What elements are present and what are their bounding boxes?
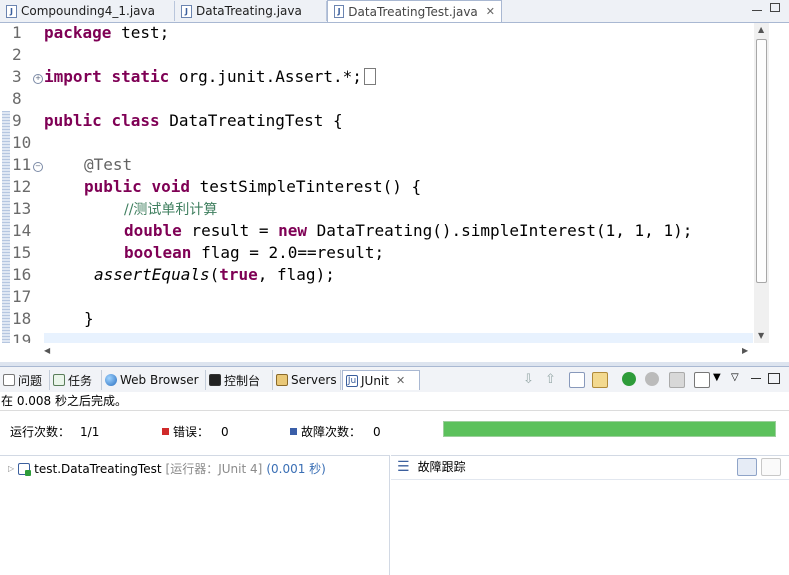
line-number: 16 <box>12 265 32 284</box>
problems-icon <box>3 374 15 386</box>
line-number: 13 <box>12 199 32 218</box>
maximize-icon[interactable] <box>770 3 780 12</box>
scroll-thumb[interactable] <box>756 39 767 283</box>
error-icon <box>162 428 169 435</box>
code-line-15: boolean flag = 2.0==result; <box>124 243 385 262</box>
junit-status-message: 在 0.008 秒之后完成。 <box>0 392 789 411</box>
line-number: 14 <box>12 221 32 240</box>
view-menu-icon[interactable]: ▽ <box>731 372 745 386</box>
console-icon <box>209 374 221 386</box>
runs-counter: 运行次数： 1/1 <box>10 424 100 440</box>
tab-label: Compounding4_1.java <box>21 4 155 18</box>
editor-tab-bar: J Compounding4_1.java J DataTreating.jav… <box>0 0 789 23</box>
errors-counter: 错误： 0 <box>162 423 229 440</box>
history-icon[interactable] <box>694 372 710 388</box>
line-number: 9 <box>12 111 22 130</box>
test-passed-icon <box>18 462 32 476</box>
tab-datatreating[interactable]: J DataTreating.java <box>175 1 327 21</box>
failure-icon <box>290 428 297 435</box>
line-number: 3 <box>12 67 22 86</box>
code-line-3: import static org.junit.Assert.*; <box>44 67 376 89</box>
editor-horizontal-scrollbar[interactable]: ◀ ▶ <box>44 344 754 358</box>
tab-tasks[interactable]: 任务 <box>50 370 102 390</box>
failure-trace-pane: ☰ 故障跟踪 <box>391 455 789 575</box>
java-file-icon: J <box>334 5 345 18</box>
tab-web-browser[interactable]: Web Browser <box>102 370 206 390</box>
close-icon[interactable]: ✕ <box>396 374 405 387</box>
code-line-1: package test; <box>44 23 170 42</box>
previous-failure-icon[interactable]: ⇧ <box>545 372 559 387</box>
line-number: 19 <box>12 331 32 343</box>
code-line-14: double result = new DataTreating().simpl… <box>124 221 693 240</box>
code-line-11: @Test <box>84 155 133 174</box>
servers-icon <box>276 374 288 386</box>
editor-vertical-scrollbar[interactable]: ▲ ▼ <box>754 23 769 343</box>
code-line-16: assertEquals(true, flag); <box>94 265 335 284</box>
scroll-up-icon[interactable]: ▲ <box>758 25 764 34</box>
stop-icon[interactable] <box>669 372 685 388</box>
tab-compounding4-1[interactable]: J Compounding4_1.java <box>0 1 175 21</box>
failures-counter: 故障次数： 0 <box>290 423 381 440</box>
tab-servers[interactable]: Servers <box>273 370 341 390</box>
java-file-icon: J <box>6 4 17 18</box>
minimize-icon[interactable] <box>752 10 762 12</box>
junit-counters: 运行次数： 1/1 错误： 0 故障次数： 0 <box>0 411 789 451</box>
current-line-highlight <box>44 333 753 343</box>
tab-console[interactable]: 控制台 <box>206 370 273 390</box>
code-line-9: public class DataTreatingTest { <box>44 111 343 130</box>
scroll-right-icon[interactable]: ▶ <box>742 346 748 355</box>
stack-trace-icon: ☰ <box>397 458 410 475</box>
compare-results-button[interactable] <box>761 458 781 476</box>
minimize-icon[interactable] <box>751 378 761 379</box>
show-failures-only-icon[interactable] <box>569 372 585 388</box>
scroll-lock-icon[interactable] <box>592 372 608 388</box>
expand-arrow-icon[interactable]: ▷ <box>8 464 14 473</box>
tasks-icon <box>53 374 65 386</box>
line-number: 8 <box>12 89 22 108</box>
folded-imports-box[interactable] <box>363 68 376 85</box>
code-line-12: public void testSimpleTinterest() { <box>84 177 422 196</box>
code-line-13: //测试单利计算 <box>124 202 218 218</box>
tree-item-datatreatingtest[interactable]: ▷ test.DataTreatingTest [运行器：JUnit 4] (0… <box>8 460 326 477</box>
history-dropdown-icon[interactable]: ▼ <box>713 372 727 386</box>
code-line-18: } <box>84 309 94 328</box>
line-number: 12 <box>12 177 32 196</box>
next-failure-icon[interactable]: ⇩ <box>523 372 537 387</box>
collapse-fold-icon[interactable]: − <box>33 162 43 172</box>
tab-problems[interactable]: 问题 <box>0 370 50 390</box>
tab-label: DataTreatingTest.java <box>348 4 478 19</box>
line-number: 1 <box>12 23 22 42</box>
test-tree[interactable]: ▷ test.DataTreatingTest [运行器：JUnit 4] (0… <box>0 455 390 575</box>
line-number: 2 <box>12 45 22 64</box>
failure-trace-header: ☰ 故障跟踪 <box>397 458 466 475</box>
test-progress-bar <box>443 421 776 437</box>
tab-junit[interactable]: Ju JUnit ✕ <box>342 370 420 390</box>
maximize-icon[interactable] <box>768 373 780 384</box>
line-number: 18 <box>12 309 32 328</box>
filter-stack-trace-button[interactable] <box>737 458 757 476</box>
junit-icon: Ju <box>346 374 358 387</box>
scroll-down-icon[interactable]: ▼ <box>758 331 764 340</box>
close-icon[interactable]: ✕ <box>486 5 495 18</box>
java-file-icon: J <box>181 4 192 18</box>
tab-datatreatingtest[interactable]: J DataTreatingTest.java ✕ <box>327 0 502 22</box>
line-number: 10 <box>12 133 32 152</box>
globe-icon <box>105 374 117 386</box>
line-number: 15 <box>12 243 32 262</box>
code-editor[interactable]: 1 2 3 8 9 10 11 12 13 14 15 16 17 18 19 … <box>0 23 789 355</box>
line-number: 11 <box>12 155 32 174</box>
expand-fold-icon[interactable]: + <box>33 74 43 84</box>
rerun-failures-icon[interactable] <box>645 372 659 386</box>
tab-label: DataTreating.java <box>196 4 302 18</box>
rerun-test-icon[interactable] <box>622 372 636 386</box>
line-number: 17 <box>12 287 32 306</box>
scroll-left-icon[interactable]: ◀ <box>44 346 50 355</box>
overview-ruler-left <box>0 23 10 343</box>
